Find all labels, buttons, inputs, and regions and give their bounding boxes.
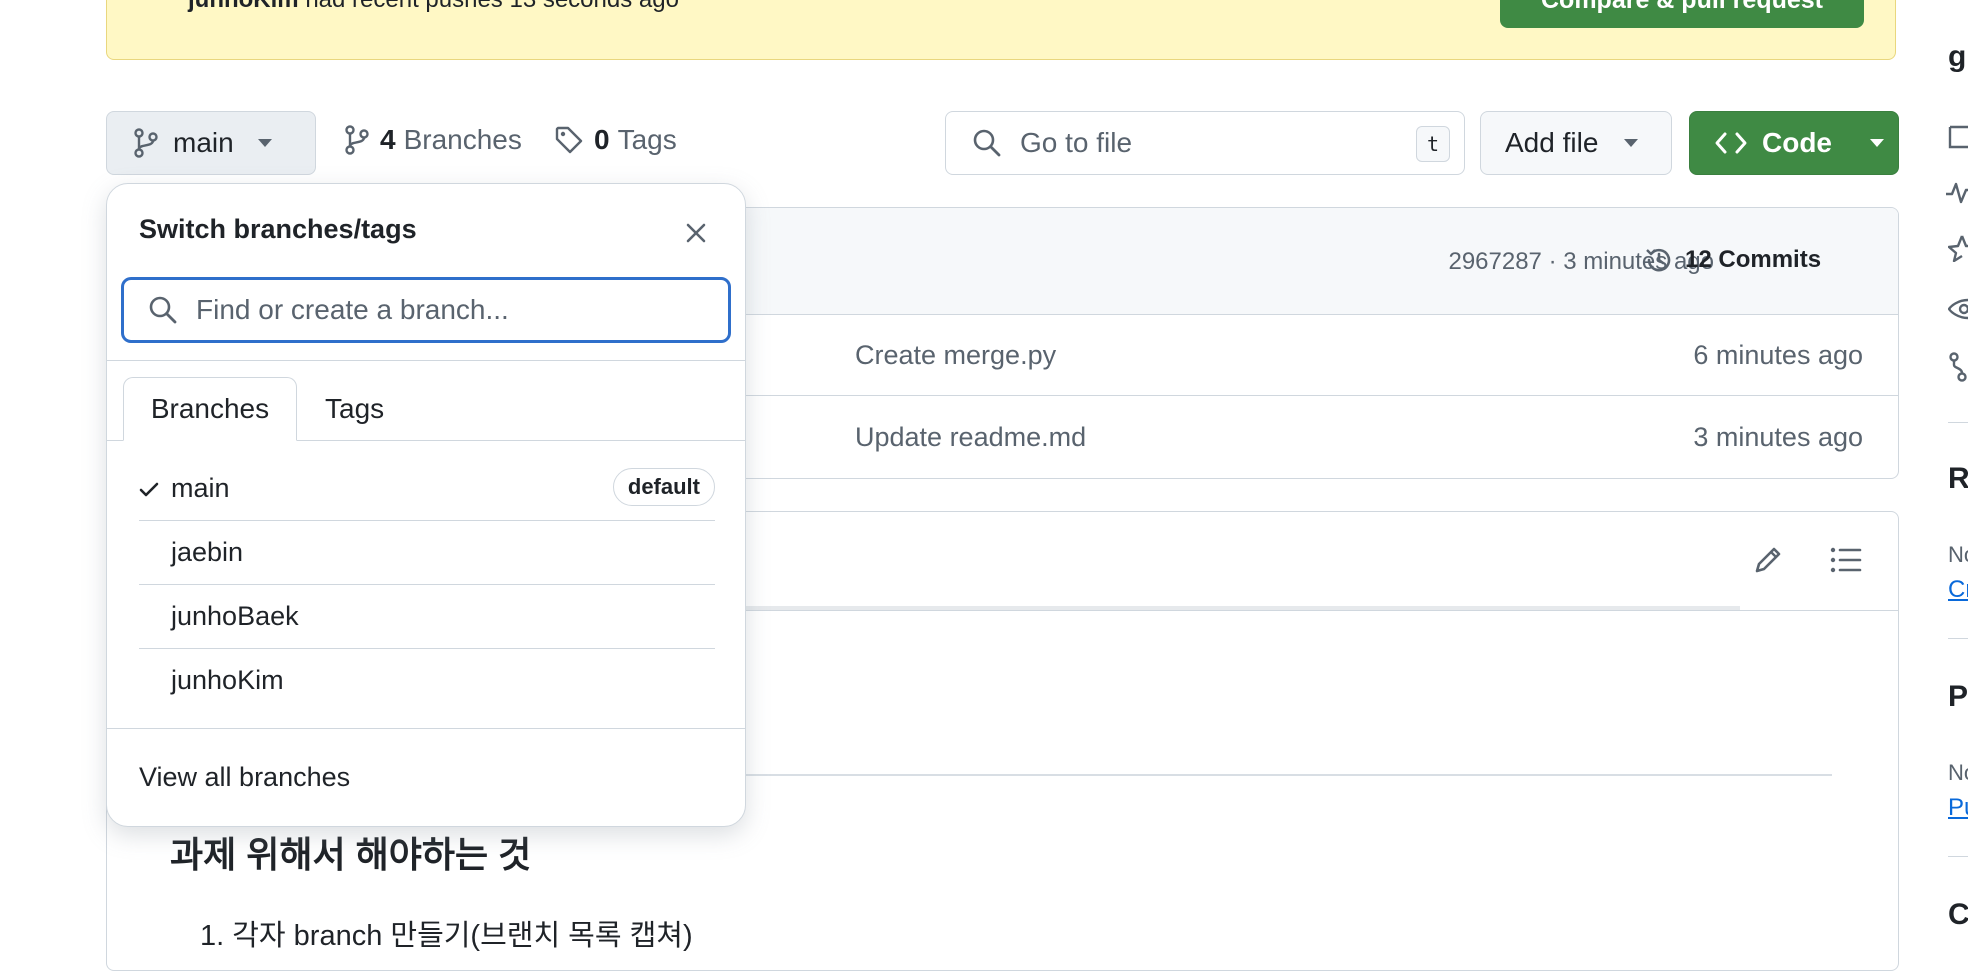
branch-name: junhoKim (171, 664, 284, 695)
search-icon (148, 295, 178, 325)
branch-selector-button[interactable]: main (106, 111, 316, 175)
branch-item-main[interactable]: main default (139, 456, 715, 520)
branches-link[interactable]: 4 Branches (344, 124, 522, 156)
commits-label: 12 Commits (1685, 246, 1822, 273)
banner-text: had recent pushes 13 seconds ago (305, 0, 679, 13)
sidebar-divider (1948, 856, 1968, 857)
branch-item-jaebin[interactable]: jaebin (139, 520, 715, 584)
branch-item-junhobaek[interactable]: junhoBaek (139, 584, 715, 648)
add-file-button[interactable]: Add file (1480, 111, 1672, 175)
readme-tab-underline (590, 606, 1740, 610)
sidebar-packages-fragment: Pa (1948, 680, 1968, 713)
readme-heading: 과제 위해서 해야하는 것 (170, 834, 532, 875)
chevron-down-icon (257, 139, 272, 147)
tags-label: Tags (617, 124, 677, 155)
code-button[interactable]: Code (1689, 111, 1899, 175)
sidebar-link-fragment[interactable]: Cr (1948, 576, 1968, 604)
switch-branches-dropdown: Switch branches/tags Branches Tags main … (106, 183, 746, 827)
branches-count: 4 (380, 124, 396, 155)
go-to-file-input[interactable]: Go to file t (945, 111, 1465, 175)
code-label: Code (1762, 127, 1832, 158)
sidebar-contributors-fragment: C (1948, 898, 1968, 931)
go-to-file-placeholder: Go to file (1020, 127, 1133, 158)
fork-icon (1948, 352, 1968, 382)
sidebar-title-fragment: gi (1948, 40, 1968, 73)
tags-link[interactable]: 0 Tags (554, 124, 677, 156)
list-icon[interactable] (1830, 546, 1862, 574)
add-file-label: Add file (1505, 127, 1599, 158)
file-row-commit-message[interactable]: Update readme.md (855, 422, 1086, 453)
sidebar-text-fragment: No (1948, 760, 1968, 785)
tab-tags[interactable]: Tags (325, 377, 384, 441)
pencil-icon[interactable] (1752, 544, 1784, 576)
banner-message: junhoKim had recent pushes 13 seconds ag… (188, 0, 679, 14)
git-branch-icon (344, 125, 370, 155)
chevron-down-icon (1870, 139, 1884, 147)
close-icon[interactable] (685, 222, 707, 244)
dropdown-divider (107, 728, 745, 729)
git-branch-icon (133, 128, 159, 158)
view-all-branches-link[interactable]: View all branches (139, 762, 350, 793)
go-to-file-shortcut: t (1416, 126, 1450, 162)
branch-name: main (171, 472, 230, 503)
sidebar-link-fragment[interactable]: Pu (1948, 794, 1968, 822)
git-branch-icon (140, 0, 164, 10)
branch-name: junhoBaek (171, 600, 299, 631)
pulse-icon (1946, 180, 1968, 206)
search-icon (972, 128, 1002, 158)
history-icon (1643, 244, 1675, 276)
branches-label: Branches (403, 124, 522, 155)
tags-count: 0 (594, 124, 610, 155)
banner-user[interactable]: junhoKim (188, 0, 299, 13)
file-row-time: 6 minutes ago (1693, 340, 1863, 370)
default-badge: default (612, 468, 715, 506)
branch-search-input[interactable] (194, 293, 698, 327)
commits-link[interactable]: 12 Commits (1643, 244, 1821, 276)
star-icon (1948, 234, 1968, 262)
branch-search-field[interactable] (121, 277, 731, 343)
sidebar-text-fragment: No (1948, 542, 1968, 567)
file-row-time: 3 minutes ago (1693, 422, 1863, 452)
tag-icon (554, 125, 584, 155)
compare-pull-request-button[interactable]: Compare & pull request (1500, 0, 1864, 28)
dropdown-divider (107, 360, 745, 361)
branch-selector-label: main (173, 127, 234, 158)
readme-list-item: 1. 각자 branch 만들기(브랜치 목록 캡쳐) (200, 920, 693, 952)
branch-item-junhokim[interactable]: junhoKim (139, 648, 715, 712)
sidebar-about-fragment: R (1948, 462, 1968, 495)
sidebar-divider (1948, 638, 1968, 639)
file-row-commit-message[interactable]: Create merge.py (855, 340, 1056, 371)
chevron-down-icon (1624, 139, 1639, 147)
readme-divider (700, 774, 1832, 776)
sidebar-divider (1948, 422, 1968, 423)
tab-branches[interactable]: Branches (123, 377, 297, 441)
eye-icon (1948, 296, 1968, 322)
check-icon (139, 482, 159, 498)
dropdown-title: Switch branches/tags (139, 214, 417, 244)
book-icon (1948, 124, 1968, 150)
branch-name: jaebin (171, 536, 244, 567)
code-icon (1714, 129, 1748, 157)
